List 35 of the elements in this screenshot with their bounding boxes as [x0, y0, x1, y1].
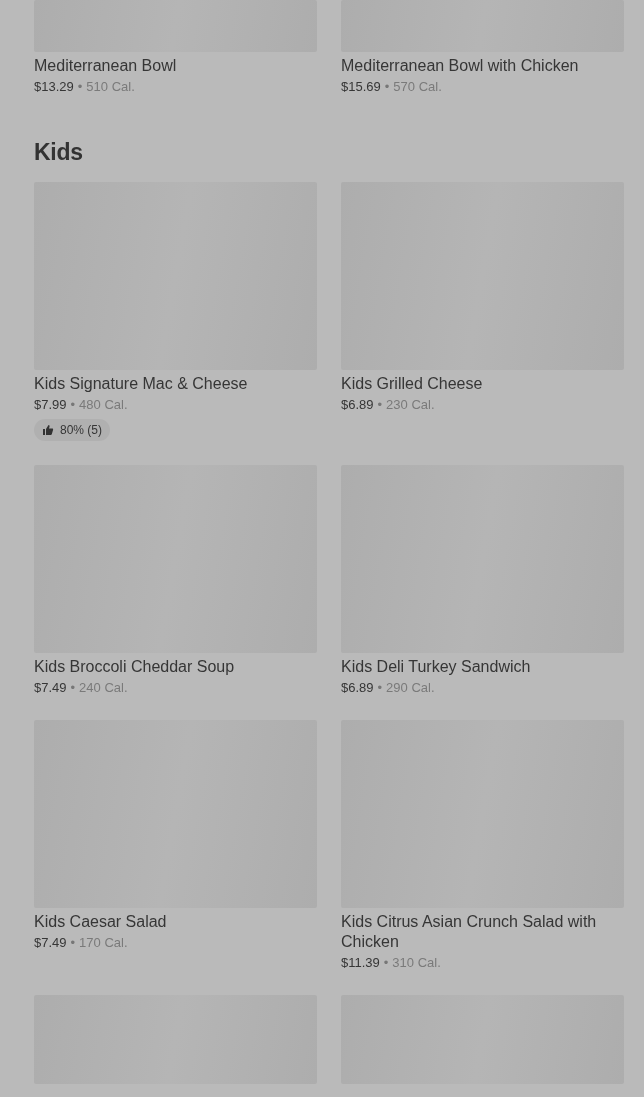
separator-dot: •	[70, 935, 76, 951]
separator-dot: •	[383, 955, 389, 971]
item-price: $15.69	[341, 79, 381, 95]
item-calories: 240 Cal.	[79, 680, 128, 696]
item-name[interactable]: Mediterranean Bowl with Chicken	[341, 56, 624, 76]
item-name[interactable]: Kids Caesar Salad	[34, 912, 317, 932]
separator-dot: •	[70, 397, 76, 413]
item-name[interactable]: Kids Deli Turkey Sandwich	[341, 657, 624, 677]
item-calories: 570 Cal.	[393, 79, 442, 95]
item-calories: 510 Cal.	[86, 79, 135, 95]
item-calories: 230 Cal.	[386, 397, 435, 413]
item-price: $6.89	[341, 397, 374, 413]
separator-dot: •	[384, 79, 390, 95]
item-name[interactable]: Kids Broccoli Cheddar Soup	[34, 657, 317, 677]
separator-dot: •	[70, 680, 76, 696]
item-name[interactable]: Mediterranean Bowl	[34, 56, 317, 76]
section-heading: Kids	[34, 138, 84, 167]
item-price: $7.49	[34, 680, 67, 696]
item-calories: 290 Cal.	[386, 680, 435, 696]
item-price: $7.99	[34, 397, 67, 413]
item-price: $11.39	[341, 955, 380, 971]
rating-text: 80% (5)	[60, 423, 103, 437]
item-calories: 310 Cal.	[392, 955, 441, 971]
thumbs-up-icon	[42, 424, 54, 436]
separator-dot: •	[377, 397, 383, 413]
item-price: $7.49	[34, 935, 67, 951]
separator-dot: •	[377, 680, 383, 696]
item-calories: 170 Cal.	[79, 935, 128, 951]
item-price: $6.89	[341, 680, 374, 696]
item-price: $13.29	[34, 79, 74, 95]
item-name[interactable]: Kids Signature Mac & Cheese	[34, 374, 317, 394]
separator-dot: •	[77, 79, 83, 95]
item-name[interactable]: Kids Citrus Asian Crunch Salad with Chicken	[341, 912, 624, 952]
item-name[interactable]: Kids Grilled Cheese	[341, 374, 624, 394]
item-calories: 480 Cal.	[79, 397, 128, 413]
